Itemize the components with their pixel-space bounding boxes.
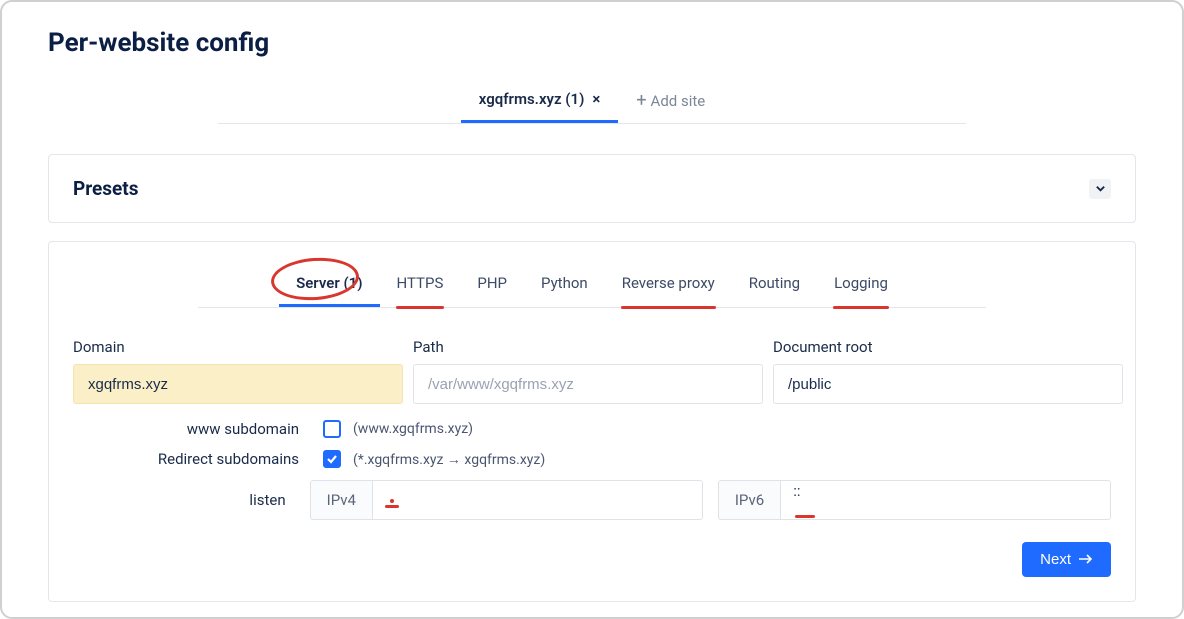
www-subdomain-desc: (www.xgqfrms.xyz) [353, 421, 473, 437]
add-site-label: Add site [651, 92, 706, 110]
ipv6-input[interactable]: :: [780, 480, 1111, 520]
site-tabs: xgqfrms.xyz (1) × + Add site [218, 80, 966, 124]
site-tab-label: xgqfrms.xyz (1) [479, 90, 585, 108]
presets-card: Presets [48, 154, 1136, 223]
plus-icon: + [636, 92, 646, 110]
presets-title: Presets [73, 177, 139, 200]
www-subdomain-label: www subdomain [73, 420, 323, 438]
tab-label: Logging [834, 274, 888, 292]
arrow-right-icon [1079, 551, 1093, 568]
listen-label: listen [73, 491, 310, 509]
ipv4-prefix: IPv4 [310, 480, 372, 520]
redirect-subdomains-label: Redirect subdomains [73, 450, 323, 468]
tab-label: Reverse proxy [622, 274, 715, 292]
docroot-input[interactable] [773, 364, 1123, 404]
presets-toggle[interactable] [1089, 179, 1111, 199]
tab-server[interactable]: Server (1) [279, 264, 379, 307]
page-title: Per-website config [48, 28, 1136, 58]
add-site-button[interactable]: + Add site [618, 80, 723, 123]
tab-label: HTTPS [397, 274, 444, 292]
www-subdomain-checkbox[interactable] [323, 420, 341, 438]
next-button[interactable]: Next [1022, 542, 1111, 577]
tab-php[interactable]: PHP [460, 264, 524, 307]
ipv4-input[interactable] [372, 480, 703, 520]
path-input[interactable] [413, 364, 763, 404]
tab-logging[interactable]: Logging [817, 264, 905, 307]
check-icon [326, 453, 338, 465]
tab-python[interactable]: Python [524, 264, 605, 307]
site-tab-active[interactable]: xgqfrms.xyz (1) × [461, 80, 619, 123]
tab-label: Python [541, 274, 588, 292]
ipv6-prefix: IPv6 [718, 480, 780, 520]
docroot-label: Document root [773, 338, 1123, 356]
chevron-down-icon [1095, 183, 1106, 194]
tab-label: Server (1) [296, 274, 362, 292]
next-label: Next [1040, 551, 1071, 568]
tab-label: Routing [749, 274, 800, 292]
tab-routing[interactable]: Routing [732, 264, 817, 307]
invalid-icon [385, 505, 399, 508]
config-tabs: Server (1) HTTPS PHP Python Reverse prox… [198, 264, 986, 308]
domain-label: Domain [73, 338, 403, 356]
redirect-subdomains-desc: (*.xgqfrms.xyz → xgqfrms.xyz) [353, 451, 545, 468]
config-card: Server (1) HTTPS PHP Python Reverse prox… [48, 241, 1136, 602]
close-icon[interactable]: × [592, 90, 600, 108]
redirect-subdomains-checkbox[interactable] [323, 450, 341, 468]
tab-label: PHP [477, 274, 507, 292]
domain-input[interactable] [73, 364, 403, 404]
tab-https[interactable]: HTTPS [380, 264, 461, 307]
ipv6-value: :: [793, 482, 800, 500]
path-label: Path [413, 338, 763, 356]
tab-reverse-proxy[interactable]: Reverse proxy [605, 264, 732, 307]
invalid-underline [795, 515, 815, 518]
